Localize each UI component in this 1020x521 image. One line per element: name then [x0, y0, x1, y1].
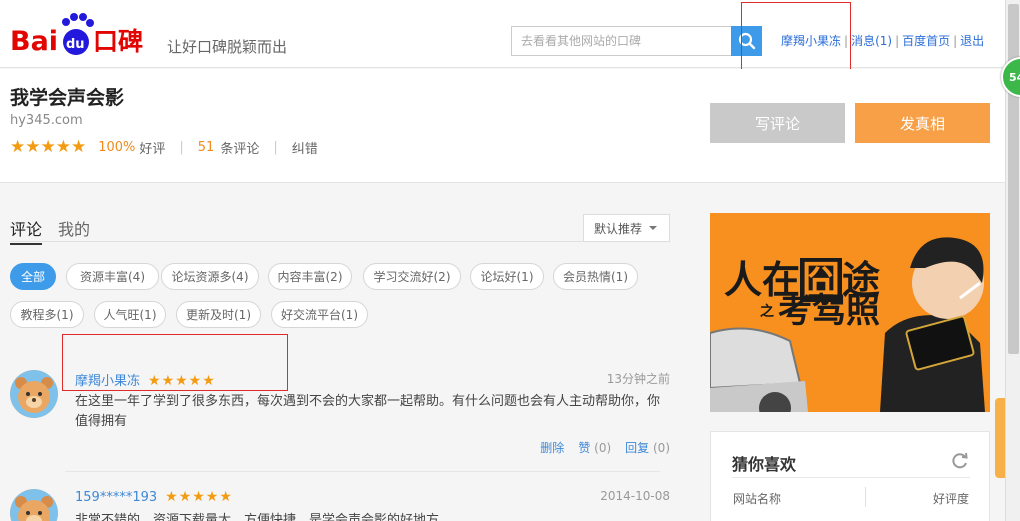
tag-all[interactable]: 全部 [10, 263, 56, 290]
search-button[interactable] [731, 26, 762, 56]
review-count-label[interactable]: 条评论 [220, 138, 259, 157]
search-input[interactable] [512, 27, 732, 55]
tag-item[interactable]: 好交流平台(1) [271, 301, 368, 328]
search-box [511, 26, 762, 56]
reply-count: (0) [653, 441, 670, 455]
svg-text:du: du [66, 37, 85, 52]
refresh-icon[interactable] [951, 452, 969, 470]
reviewer-name[interactable]: 159*****193 [75, 490, 157, 505]
site-title: 我学会声会影 [10, 87, 125, 109]
column-site-name: 网站名称 [733, 492, 782, 506]
sort-dropdown[interactable]: 默认推荐 [583, 214, 670, 242]
review-count[interactable]: 51 [198, 140, 215, 155]
sort-label: 默认推荐 [594, 221, 643, 236]
tag-item[interactable]: 论坛资源多(4) [161, 263, 259, 290]
site-info-panel: 我学会声会影 hy345.com ★★★★★ 100% 好评 | 51 条评论 … [0, 69, 1005, 183]
tag-item[interactable]: 论坛好(1) [470, 263, 544, 290]
review-time: 13分钟之前 [606, 372, 670, 386]
user-name-link[interactable]: 摩羯小果冻 [781, 34, 841, 48]
ad-text-part: 之 [760, 304, 774, 320]
ad-banner[interactable]: 人在囧途 之 考驾照 [710, 213, 990, 412]
correct-link[interactable]: 纠错 [292, 138, 318, 157]
floating-feedback-tab[interactable] [995, 398, 1005, 478]
ad-text-part: 考驾照 [778, 291, 880, 331]
recommend-panel: 猜你喜欢 网站名称 好评度 [710, 431, 990, 521]
recommend-title: 猜你喜欢 [732, 455, 797, 474]
reviewer-name-row: 摩羯小果冻 ★★★★★ [75, 370, 216, 389]
site-url: hy345.com [10, 113, 83, 128]
write-review-button[interactable]: 写评论 [710, 103, 845, 143]
reviewer-name-row: 159*****193 ★★★★★ [75, 489, 233, 505]
tag-item[interactable]: 更新及时(1) [176, 301, 261, 328]
svg-text:Bai: Bai [10, 26, 58, 57]
tag-item[interactable]: 内容丰富(2) [268, 263, 352, 290]
baidu-home-link[interactable]: 百度首页 [902, 34, 950, 48]
top-header: Bai du 口碑 让好口碑脱颖而出 摩羯小果冻|消息(1)|百度首页|退出 [0, 0, 1005, 68]
tag-item[interactable]: 教程多(1) [10, 301, 84, 328]
svg-text:口碑: 口碑 [93, 27, 143, 56]
slogan: 让好口碑脱颖而出 [167, 38, 288, 56]
column-divider [865, 487, 866, 507]
divider: | [273, 139, 278, 155]
review-stars: ★★★★★ [165, 489, 233, 505]
reviewer-name[interactable]: 摩羯小果冻 [75, 374, 140, 389]
review-text: 在这里一年了学到了很多东西，每次遇到不会的大家都一起帮助。有什么问题也会有人主动… [75, 394, 661, 429]
chevron-down-icon [649, 226, 657, 230]
tag-item[interactable]: 资源丰富(4) [66, 263, 159, 290]
column-good-rate: 好评度 [932, 492, 969, 506]
tag-item[interactable]: 人气旺(1) [94, 301, 166, 328]
logout-link[interactable]: 退出 [960, 34, 984, 48]
post-fact-button[interactable]: 发真相 [855, 103, 990, 143]
good-rate-label: 好评 [139, 141, 166, 157]
rating-stars: ★★★★★ [10, 137, 87, 157]
review-time: 2014-10-08 [600, 489, 670, 503]
search-icon [738, 32, 755, 50]
tabs-divider [10, 241, 670, 242]
good-rate: 100% [98, 139, 136, 155]
bear-avatar[interactable] [10, 370, 58, 418]
divider: | [179, 139, 184, 155]
tag-item[interactable]: 会员热情(1) [553, 263, 638, 290]
recommend-divider [732, 477, 970, 478]
user-links: 摩羯小果冻 | 消息(1) | 百度首页 | 退出 [781, 34, 985, 48]
review-divider [65, 471, 660, 472]
review-actions: 删除赞 (0) 回复 (0) [540, 439, 670, 456]
review-item: 159*****193 ★★★★★ 2014-10-08 非常不错的，资源下载量大… [10, 489, 670, 521]
delete-button[interactable]: 删除 [540, 441, 564, 455]
review-item: 摩羯小果冻 ★★★★★ 13分钟之前 在这里一年了学到了很多东西，每次遇到不会的大… [10, 370, 670, 470]
tag-item[interactable]: 学习交流好(2) [363, 263, 461, 290]
like-button[interactable]: 赞 [578, 441, 590, 455]
site-stats: ★★★★★ 100% 好评 | 51 条评论 | 纠错 [10, 137, 318, 157]
bear-avatar[interactable] [10, 489, 58, 521]
baidu-koubei-logo[interactable]: Bai du 口碑 [10, 12, 150, 58]
reply-button[interactable]: 回复 [625, 441, 649, 455]
messages-link[interactable]: 消息(1) [851, 34, 892, 48]
review-text: 非常不错的，资源下载量大，方便快捷，是学会声会影的好地方 [75, 513, 440, 521]
like-count: (0) [594, 441, 612, 455]
review-stars: ★★★★★ [148, 373, 216, 389]
